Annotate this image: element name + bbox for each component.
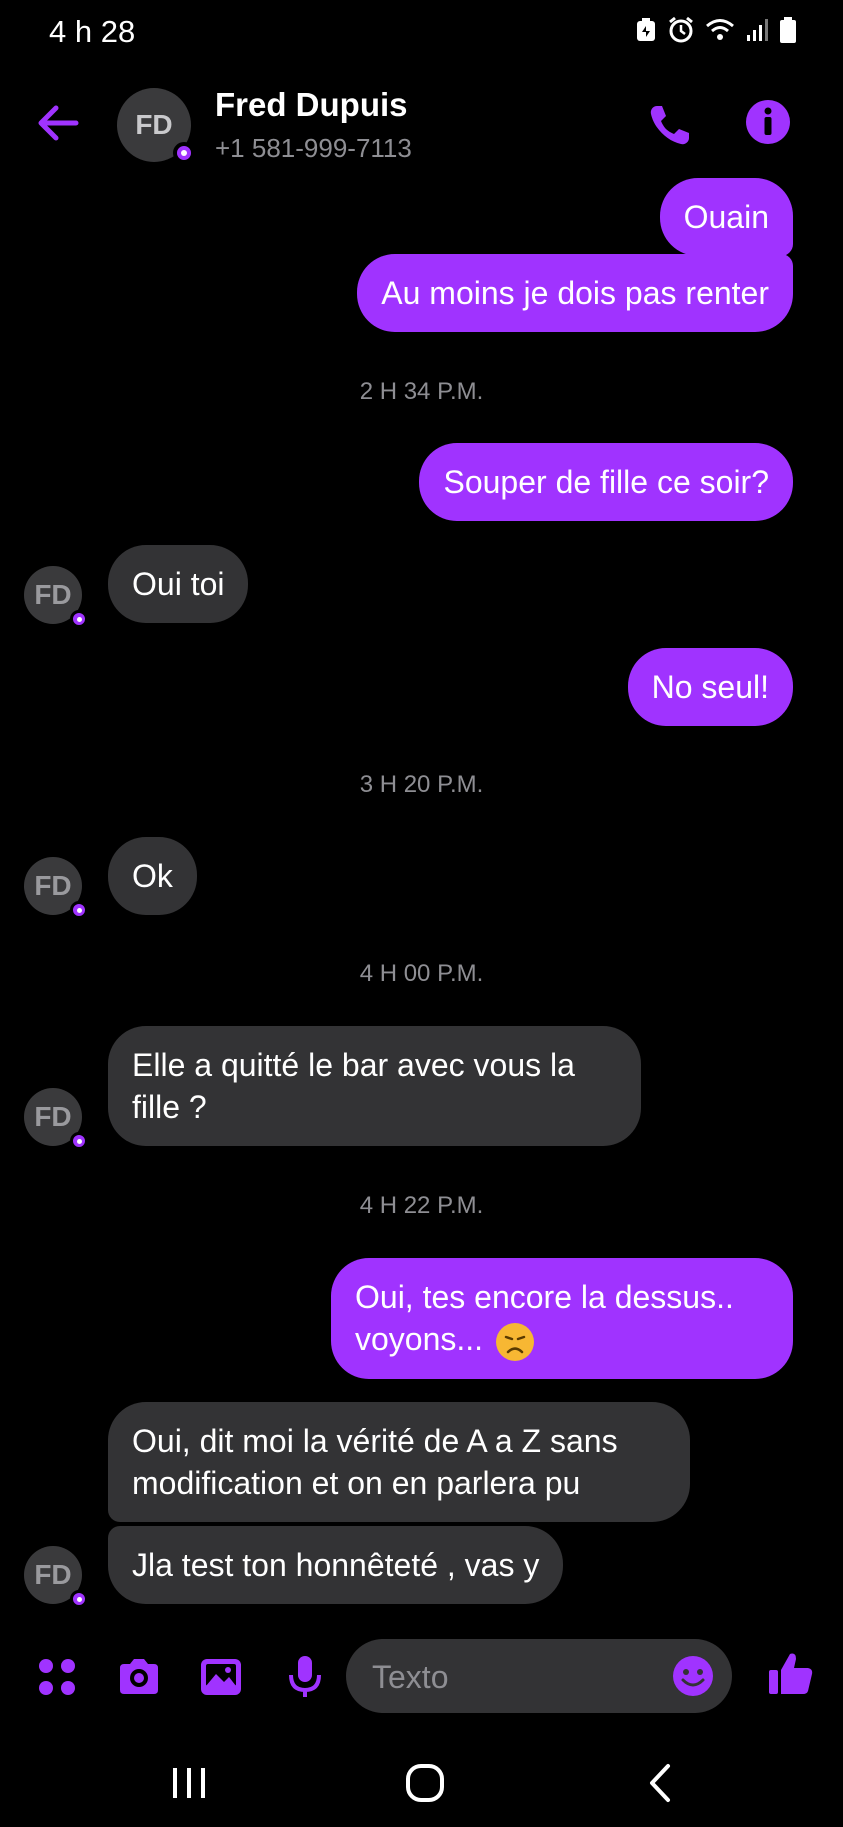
messenger-badge-icon [70,610,88,628]
message-input[interactable]: Texto [346,1639,732,1713]
back-nav-icon[interactable] [636,1758,686,1808]
outgoing-message[interactable]: Oui, tes encore la dessus.. voyons... [331,1258,793,1379]
info-icon[interactable] [744,98,792,146]
incoming-message[interactable]: Oui toi [108,545,249,623]
message-input-placeholder: Texto [372,1659,449,1695]
status-icons [635,16,797,44]
outgoing-message[interactable]: No seul! [627,648,793,726]
avatar-initials: FD [34,1559,72,1590]
message-timestamp: 2 H 34 P.M. [359,378,484,405]
message-text-line: Oui, dit moi la vérité de A a Z sans [132,1423,618,1459]
apps-menu-icon[interactable] [34,1654,80,1700]
recent-apps-icon[interactable] [164,1758,214,1808]
disappointed-face-icon [495,1322,534,1361]
camera-icon[interactable] [116,1654,162,1700]
incoming-message[interactable]: Ok [108,837,197,915]
wifi-icon [706,19,734,40]
sender-avatar[interactable]: FD [24,1088,88,1150]
messenger-badge-icon [70,1132,88,1150]
home-icon[interactable] [400,1758,450,1808]
status-time: 4 h 28 [49,14,136,49]
sender-avatar[interactable]: FD [24,1546,88,1608]
sender-avatar[interactable]: FD [24,857,88,919]
back-arrow-icon[interactable] [34,100,80,146]
thumbs-up-icon[interactable] [766,1648,816,1698]
message-text-line: Elle a quitté le bar avec vous la [132,1047,575,1083]
avatar-initials: FD [34,579,72,610]
signal-icon [747,19,768,41]
status-bar: 4 h 28 [0,0,843,64]
avatar-initials: FD [34,1101,72,1132]
microphone-icon[interactable] [282,1654,328,1700]
message-composer: Texto [0,1636,843,1716]
contact-phone: +1 581-999-7113 [215,133,412,163]
messenger-badge-icon [70,901,88,919]
avatar-initials: FD [135,109,173,140]
messenger-badge-icon [173,142,195,164]
incoming-message[interactable]: Oui, dit moi la vérité de A a Z sans mod… [108,1402,690,1522]
incoming-message[interactable]: Jla test ton honnêteté , vas y [108,1526,564,1604]
battery-saver-icon [637,18,655,41]
incoming-message[interactable]: Elle a quitté le bar avec vous la fille … [108,1026,641,1146]
message-text-line: fille ? [132,1089,207,1125]
message-text-line: Oui, tes encore la dessus.. [355,1279,734,1315]
emoji-icon[interactable] [672,1655,714,1697]
system-navigation-bar [0,1740,843,1827]
avatar-initials: FD [34,870,72,901]
phone-call-icon[interactable] [645,100,695,150]
message-text-fragment: voyons... [355,1321,484,1357]
outgoing-message[interactable]: Au moins je dois pas renter [357,254,793,332]
message-timestamp: 4 H 00 P.M. [359,960,484,987]
conversation-header: FD Fred Dupuis +1 581-999-7113 [0,78,843,178]
alarm-icon [669,16,693,43]
contact-avatar[interactable]: FD [117,88,195,164]
outgoing-message[interactable]: Ouain [659,178,793,256]
sender-avatar[interactable]: FD [24,566,88,628]
message-text-line: voyons... [355,1318,769,1361]
gallery-icon[interactable] [198,1654,244,1700]
message-timestamp: 4 H 22 P.M. [359,1192,484,1219]
messenger-badge-icon [70,1590,88,1608]
contact-name[interactable]: Fred Dupuis [215,86,408,124]
message-timestamp: 3 H 20 P.M. [359,771,484,798]
outgoing-message[interactable]: Souper de fille ce soir? [419,443,793,521]
message-text-line: modification et on en parlera pu [132,1465,581,1501]
battery-icon [780,17,796,43]
